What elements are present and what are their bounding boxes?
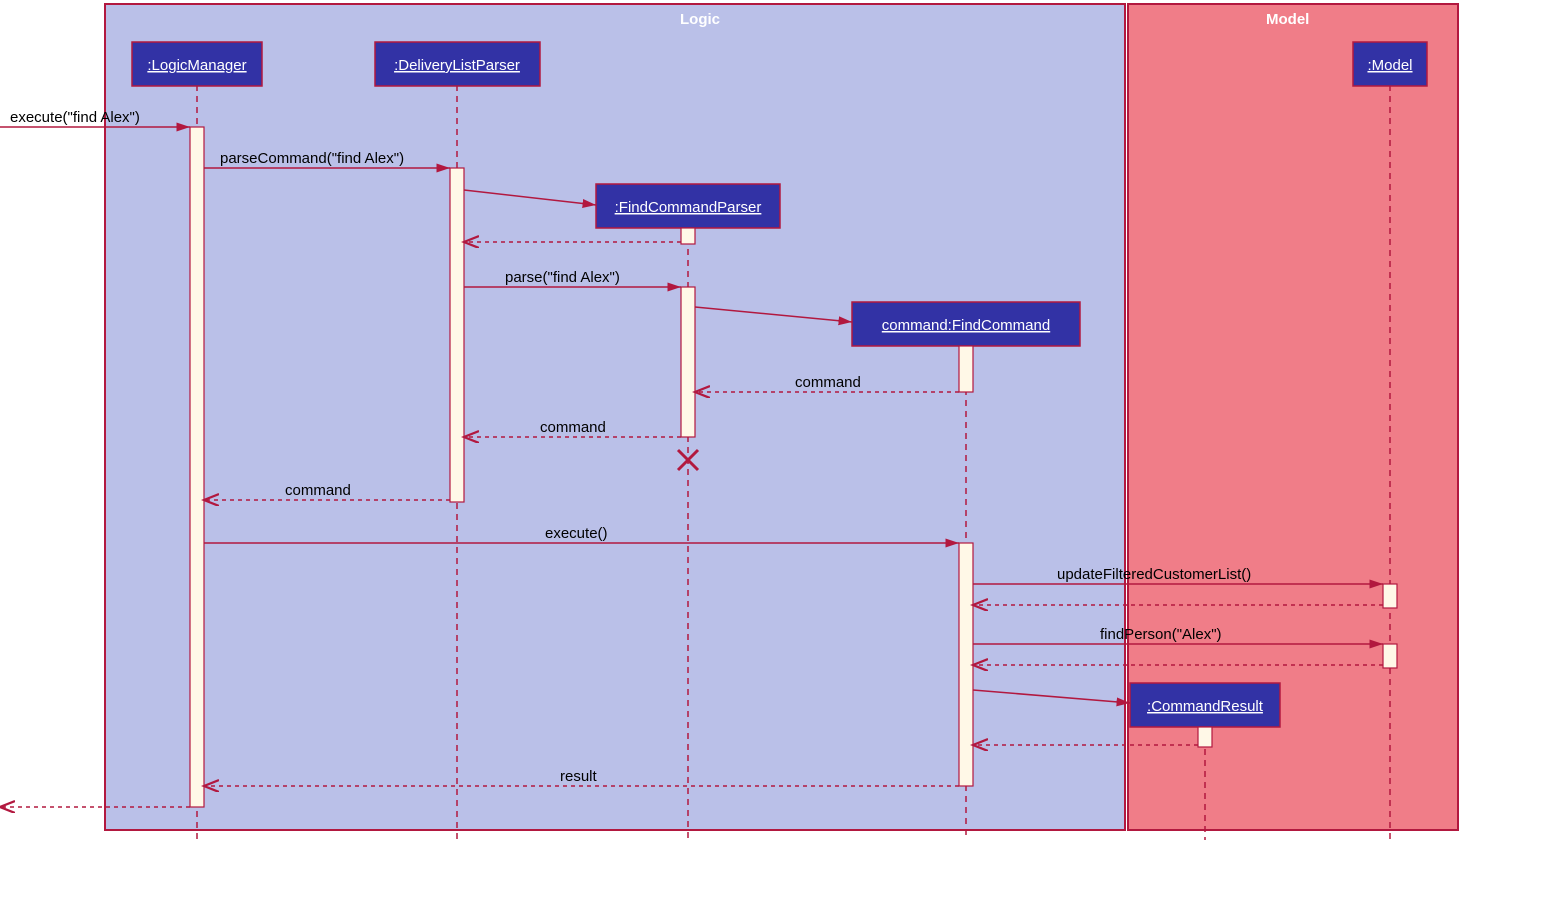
activation-commandresult [1198,727,1212,747]
msg-execute-label: execute() [545,525,608,542]
participant-commandresult-label: :CommandResult [1147,698,1264,715]
msg-return-command3-label: command [285,482,351,499]
participant-findcommand-label: command:FindCommand [882,317,1050,334]
msg-findperson-label: findPerson("Alex") [1100,626,1222,643]
msg-parse-label: parse("find Alex") [505,269,620,286]
msg-return-command1-label: command [795,374,861,391]
activation-model-2 [1383,644,1397,668]
model-frame-label: Model [1266,11,1309,28]
participant-findcommandparser-label: :FindCommandParser [615,199,762,216]
participant-logicmanager-label: :LogicManager [147,57,246,74]
activation-findcommand-execute [959,543,973,786]
msg-return-command2-label: command [540,419,606,436]
msg-updatefiltered-label: updateFilteredCustomerList() [1057,566,1251,583]
activation-deliverylistparser [450,168,464,502]
activation-model-1 [1383,584,1397,608]
participant-deliverylistparser-label: :DeliveryListParser [394,57,520,74]
activation-fcp-parse [681,287,695,437]
msg-parsecommand-label: parseCommand("find Alex") [220,150,404,167]
activation-fcp-create [681,228,695,244]
msg-execute-in-label: execute("find Alex") [10,109,140,126]
logic-frame-label: Logic [680,11,720,28]
msg-result-label: result [560,768,598,785]
activation-findcommand-create [959,346,973,392]
participant-model-label: :Model [1367,57,1412,74]
activation-logicmanager [190,127,204,807]
sequence-diagram: Logic Model :LogicManager :DeliveryListP… [0,0,1560,904]
